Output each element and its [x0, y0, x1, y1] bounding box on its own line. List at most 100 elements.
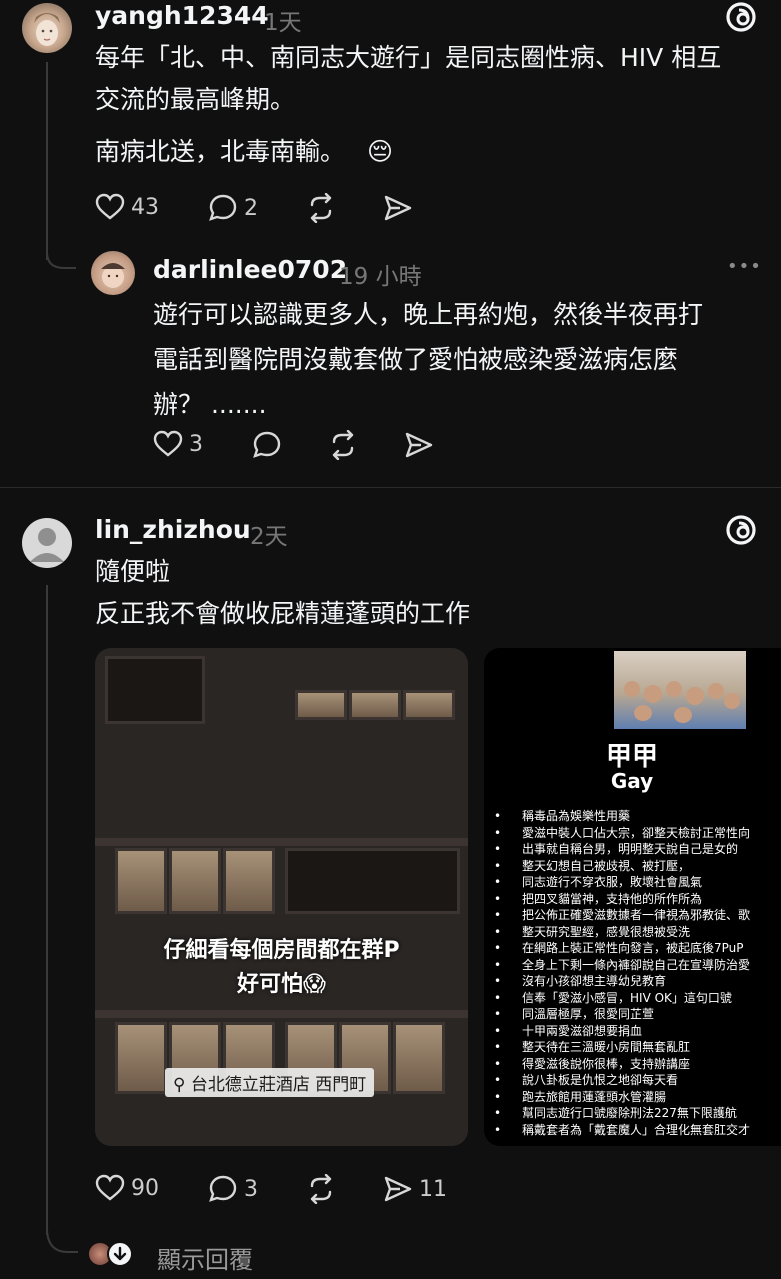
threads-logo-icon[interactable] [724, 0, 758, 34]
infographic-item: 把四叉貓當神，支持他的所作所為 [494, 891, 750, 908]
avatar-lin_zhizhou[interactable] [22, 518, 72, 568]
thread-connector-line [46, 62, 48, 260]
comment-button[interactable] [252, 430, 282, 460]
post-text-line: 隨便啦 [95, 557, 171, 586]
thread-connector-line [46, 585, 48, 1235]
photo-caption-line: 好可怕😱 [237, 972, 326, 997]
more-options-button[interactable]: ••• [727, 256, 762, 277]
infographic-item: 在網路上裝正常性向發言，被起底後7PuP [494, 940, 750, 957]
infographic-item: 沒有小孩卻想主導幼兒教育 [494, 973, 750, 990]
thread-connector-curve [46, 252, 76, 269]
infographic-item: 愛滋中裝人口佔大宗，卻整天檢討正常性向 [494, 825, 750, 842]
infographic-item: 全身上下剩一條內褲卻說自己在宣導防治愛 [494, 957, 750, 974]
reply-username[interactable]: darlinlee0702 [153, 255, 347, 284]
post-timestamp: 1天 [264, 10, 302, 36]
like-count: 43 [131, 194, 159, 220]
window [285, 848, 460, 914]
reply-text-line: 電話到醫院問沒戴套做了愛怕被感染愛滋病怎麼 [153, 345, 679, 374]
infographic-item: 幫同志遊行口號廢除刑法227無下限護航 [494, 1105, 750, 1122]
default-user-avatar [30, 528, 64, 562]
window [223, 848, 275, 914]
like-button[interactable]: 90 [95, 1174, 159, 1202]
heart-icon [95, 1174, 125, 1201]
pensive-face-emoji: 😔 [366, 137, 394, 166]
window [95, 838, 468, 846]
window [403, 690, 455, 720]
infographic-item: 得愛滋後說你很棒，支持辦講座 [494, 1056, 750, 1073]
window [115, 1022, 167, 1094]
infographic-item: 整天待在三溫暖小房間無套亂肛 [494, 1039, 750, 1056]
infographic-photo [614, 651, 746, 729]
post-divider [0, 487, 781, 488]
repost-button[interactable] [305, 1174, 337, 1204]
post-text-line: 交流的最高峰期。 [95, 85, 296, 114]
like-count: 3 [189, 431, 203, 457]
infographic-subtitle: Gay [610, 769, 654, 793]
infographic-item: 信奉「愛滋小感冒，HIV OK」這句口號 [494, 990, 750, 1007]
comment-count: 3 [244, 1176, 258, 1202]
comment-count: 2 [244, 195, 258, 221]
post-photo-hotel-windows[interactable]: 仔細看每個房間都在群P 好可怕😱 ⚲ 台北德立莊酒店 西門町 [95, 648, 468, 1146]
infographic-item: 稱毒品為娛樂性用藥 [494, 808, 750, 825]
post-text-line: 每年「北、中、南同志大遊行」是同志圈性病、HIV 相互 [95, 43, 722, 72]
infographic-item: 同志遊行不穿衣服，敗壞社會風氣 [494, 874, 750, 891]
window [393, 1022, 445, 1094]
repost-icon [310, 1174, 332, 1204]
post-timestamp: 2天 [250, 524, 288, 550]
infographic-item: 說八卦板是仇恨之地卻每天看 [494, 1072, 750, 1089]
heart-icon [95, 193, 125, 220]
thread-connector-curve [46, 1228, 78, 1253]
comment-bubble-icon [209, 1175, 237, 1202]
location-tag: ⚲ 台北德立莊酒店 西門町 [165, 1068, 375, 1097]
post-text-line: 反正我不會做收屁精蓮蓬頭的工作 [95, 599, 471, 628]
reply-timestamp: 19 小時 [339, 264, 422, 290]
avatar-yangh12344[interactable] [22, 3, 72, 53]
infographic-item: 同溫層極厚，很愛同芷萱 [494, 1006, 750, 1023]
baby-photo-avatar [101, 263, 125, 288]
infographic-title: 甲甲 [605, 742, 658, 772]
infographic-item: 十甲兩愛滋卻想要捐血 [494, 1023, 750, 1040]
threads-logo-icon[interactable] [724, 513, 758, 547]
infographic-list: 稱毒品為娛樂性用藥 愛滋中裝人口佔大宗，卻整天檢討正常性向 出事就自稱台男，明明… [494, 808, 750, 1138]
comment-button[interactable]: 3 [208, 1174, 258, 1204]
like-button[interactable]: 3 [153, 430, 203, 458]
show-replies-link[interactable]: 顯示回覆 [157, 1240, 253, 1275]
repost-icon [310, 193, 332, 223]
post-username[interactable]: yangh12344 [95, 1, 269, 30]
send-icon [384, 1176, 412, 1202]
share-button[interactable]: 11 [383, 1174, 447, 1204]
post-text: 隨便啦 反正我不會做收屁精蓮蓬頭的工作 [95, 551, 470, 635]
share-button[interactable] [383, 193, 413, 223]
infographic-item: 出事就自稱台男，明明整天說自己是女的 [494, 841, 750, 858]
repost-button[interactable] [305, 193, 337, 223]
post-infographic[interactable]: 甲甲 Gay 稱毒品為娛樂性用藥 愛滋中裝人口佔大宗，卻整天檢討正常性向 出事就… [484, 648, 781, 1146]
reply-text-line: 遊行可以認識更多人，晚上再約炮，然後半夜再打 [153, 300, 704, 329]
share-button[interactable] [404, 430, 434, 460]
window [169, 848, 221, 914]
infographic-item: 跑去旅館用蓮蓬頭水管灌腸 [494, 1089, 750, 1106]
send-icon [405, 432, 433, 458]
avatar-darlinlee0702[interactable] [91, 251, 135, 295]
like-count: 90 [131, 1175, 159, 1201]
window [105, 656, 205, 724]
comment-button[interactable]: 2 [208, 193, 258, 223]
infographic-item: 把公佈正確愛滋數據者一律視為邪教徒、歌 [494, 907, 750, 924]
like-button[interactable]: 43 [95, 193, 159, 221]
repost-button[interactable] [327, 430, 359, 460]
share-count: 11 [419, 1176, 447, 1202]
heart-icon [153, 430, 183, 457]
reply-text-line: 辦？ ....... [153, 390, 267, 419]
window [115, 848, 167, 914]
bodhisattva-statue-avatar [34, 13, 60, 46]
photo-caption: 仔細看每個房間都在群P 好可怕😱 [95, 934, 468, 1002]
post-username[interactable]: lin_zhizhou [95, 515, 251, 544]
window [295, 690, 347, 720]
location-pin-icon: ⚲ [173, 1075, 186, 1095]
reply-avatars[interactable] [87, 1241, 137, 1267]
location-text: 台北德立莊酒店 西門町 [190, 1075, 367, 1095]
repost-icon [332, 430, 354, 460]
infographic-item: 整天幻想自己被歧視、被打壓， [494, 858, 750, 875]
post-text-line: 南病北送，北毒南輸。 [95, 137, 346, 166]
window [349, 690, 401, 720]
reply-text: 遊行可以認識更多人，晚上再約炮，然後半夜再打 電話到醫院問沒戴套做了愛怕被感染愛… [153, 292, 773, 427]
